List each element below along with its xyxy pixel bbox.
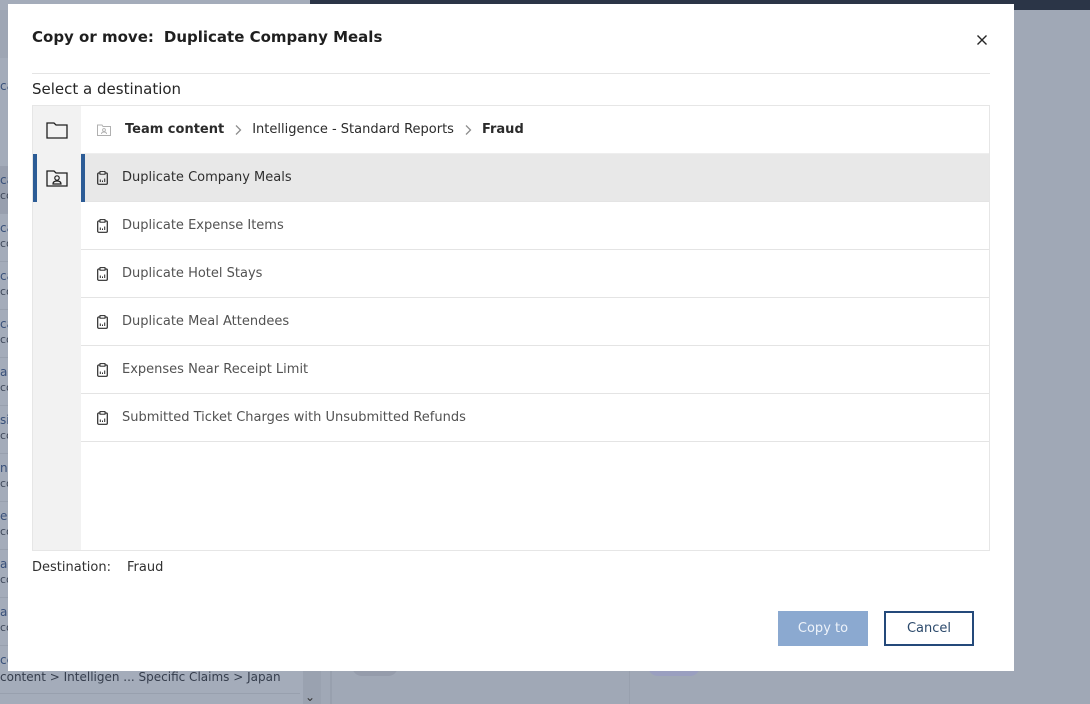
folder-item-row[interactable]: Expenses Near Receipt Limit [81,346,989,394]
breadcrumb-fraud: Fraud [481,122,524,137]
close-button[interactable] [968,28,996,52]
destination-label: Destination: [32,560,111,575]
dialog-title: Copy or move: Duplicate Company Meals [32,28,382,46]
folder-item-row[interactable]: Duplicate Expense Items [81,202,989,250]
copy-to-button[interactable]: Copy to [778,611,868,646]
folder-breadcrumb: Team content Intelligence - Standard Rep… [81,106,989,154]
close-icon [977,35,987,45]
chevron-right-icon [234,124,242,136]
folder-item-label: Duplicate Company Meals [122,170,292,185]
report-icon [97,170,108,185]
breadcrumb-standard-reports[interactable]: Intelligence - Standard Reports [252,122,454,137]
folder-item-row[interactable]: Duplicate Company Meals [81,154,989,202]
cancel-button[interactable]: Cancel [884,611,974,646]
report-icon [97,266,108,281]
folder-item-label: Expenses Near Receipt Limit [122,362,309,377]
report-icon [97,218,108,233]
folder-item-label: Duplicate Hotel Stays [122,266,263,281]
folder-pane: Team content Intelligence - Standard Rep… [81,106,989,550]
chevron-down-icon: ⌄ [305,690,316,704]
destination-picker: Team content Intelligence - Standard Rep… [32,105,990,551]
report-icon [97,410,108,425]
report-icon [97,314,108,329]
team-content-button[interactable] [33,154,81,202]
background-breadcrumb: content > Intelligen ... Specific Claims… [0,670,281,684]
destination-readout: Destination: Fraud [32,560,163,575]
folder-icon [46,122,68,139]
breadcrumb-team-content[interactable]: Team content [125,122,224,137]
chevron-right-icon [464,124,472,136]
folder-item-row[interactable]: Duplicate Meal Attendees [81,298,989,346]
team-folder-icon [46,170,68,187]
team-folder-icon [97,124,111,136]
folder-item-row[interactable]: Submitted Ticket Charges with Unsubmitte… [81,394,989,442]
folder-item-label: Duplicate Meal Attendees [122,314,290,329]
my-content-button[interactable] [33,106,81,154]
select-destination-label: Select a destination [32,80,182,98]
folder-item-label: Duplicate Expense Items [122,218,284,233]
copy-move-dialog: Copy or move: Duplicate Company Meals Sel… [8,4,1014,671]
destination-value: Fraud [126,560,164,575]
folder-item-label: Submitted Ticket Charges with Unsubmitte… [122,410,466,425]
header-divider [32,73,990,74]
dialog-title-item-name: Duplicate Company Meals [163,28,383,46]
location-rail [33,106,81,550]
report-icon [97,362,108,377]
folder-items-list: Duplicate Company Meals Duplicate Expense… [81,154,989,442]
dialog-title-prefix: Copy or move: [32,28,154,46]
folder-item-row[interactable]: Duplicate Hotel Stays [81,250,989,298]
